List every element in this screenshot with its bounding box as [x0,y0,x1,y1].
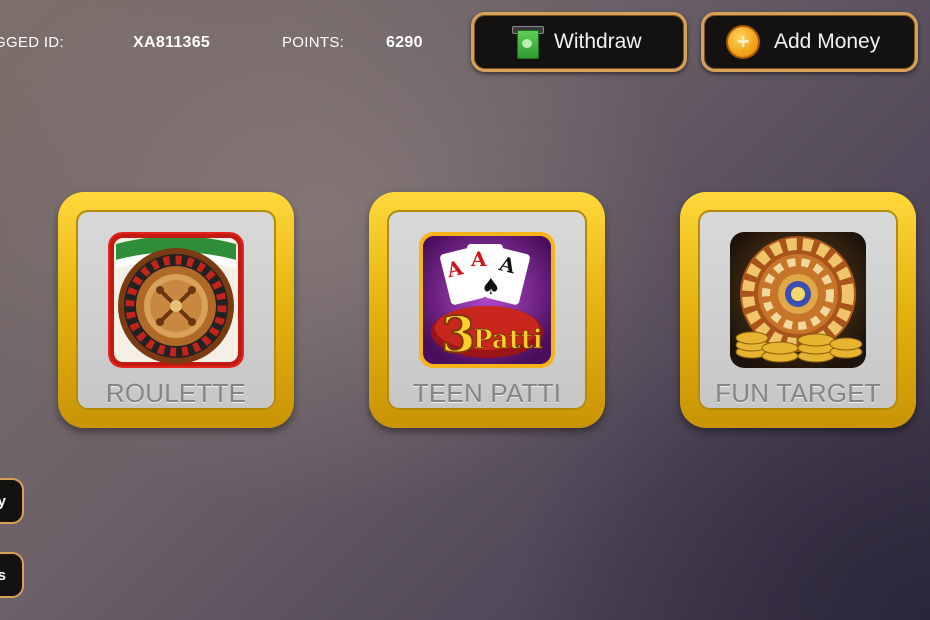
side-menu-button[interactable]: y [0,478,24,524]
roulette-wheel-icon [108,232,244,368]
logged-id-label: GGED ID: [0,34,64,51]
add-money-button[interactable]: + Add Money [701,12,918,72]
game-title-roulette: ROULETTE [105,378,247,408]
game-card-fun-target[interactable]: FUN TARGET [680,192,916,428]
svg-text:Patti: Patti [473,325,543,355]
game-card-roulette[interactable]: ROULETTE [58,192,294,428]
side-menu-button[interactable]: s [0,552,24,598]
add-money-label: Add Money [774,30,881,53]
game-card-teen-patti[interactable]: A A A ♠ 3 Patti TEEN PATTI [369,192,605,428]
plus-coin-icon: + [726,25,760,59]
teen-patti-cards-icon: A A A ♠ 3 Patti [419,232,555,368]
logged-id-value: XA811365 [133,34,211,51]
svg-text:A: A [470,247,487,271]
withdraw-button[interactable]: Withdraw [471,12,687,72]
cash-icon [512,26,544,59]
svg-text:♠: ♠ [481,274,501,300]
fun-target-wheel-icon [730,232,866,368]
points-value: 6290 [386,34,423,51]
game-title-fun-target: FUN TARGET [715,378,881,408]
svg-text:3: 3 [441,305,476,364]
game-title-teen-patti: TEEN PATTI [412,378,562,408]
withdraw-label: Withdraw [554,30,642,53]
points-label: POINTS: [282,34,345,51]
